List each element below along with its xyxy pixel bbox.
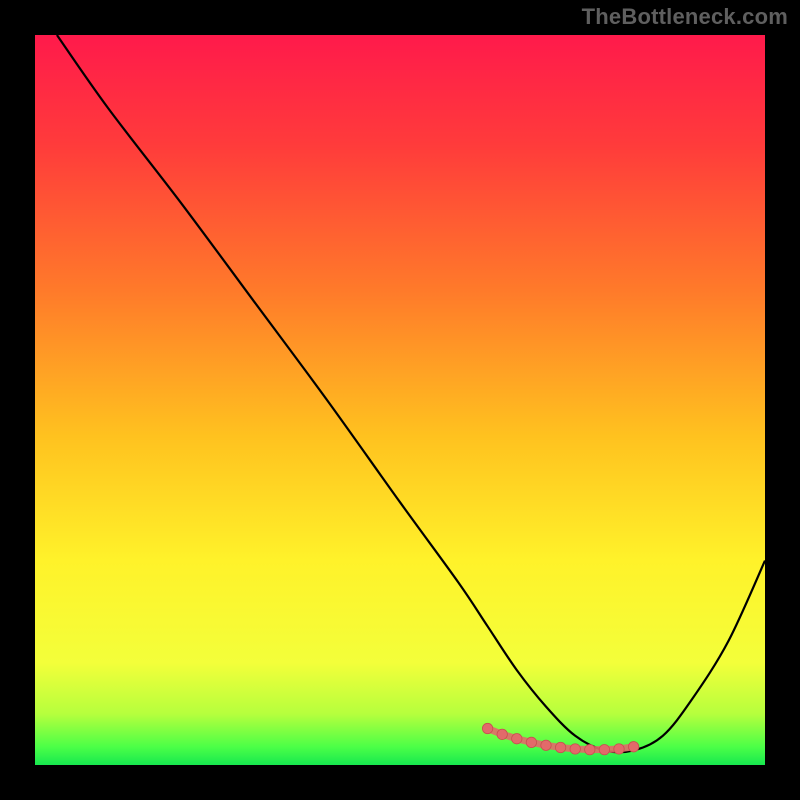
marker-dot: [526, 737, 536, 747]
marker-dot: [628, 742, 638, 752]
marker-dot: [599, 744, 609, 754]
marker-dot: [497, 729, 507, 739]
chart-svg: [35, 35, 765, 765]
marker-dot: [555, 742, 565, 752]
marker-dot: [482, 723, 492, 733]
marker-dot: [541, 740, 551, 750]
marker-dot: [512, 734, 522, 744]
marker-dot: [614, 744, 624, 754]
attribution-text: TheBottleneck.com: [582, 4, 788, 30]
chart-frame: TheBottleneck.com: [0, 0, 800, 800]
marker-dot: [585, 744, 595, 754]
plot-area: [35, 35, 765, 765]
gradient-background: [35, 35, 765, 765]
marker-dot: [570, 744, 580, 754]
